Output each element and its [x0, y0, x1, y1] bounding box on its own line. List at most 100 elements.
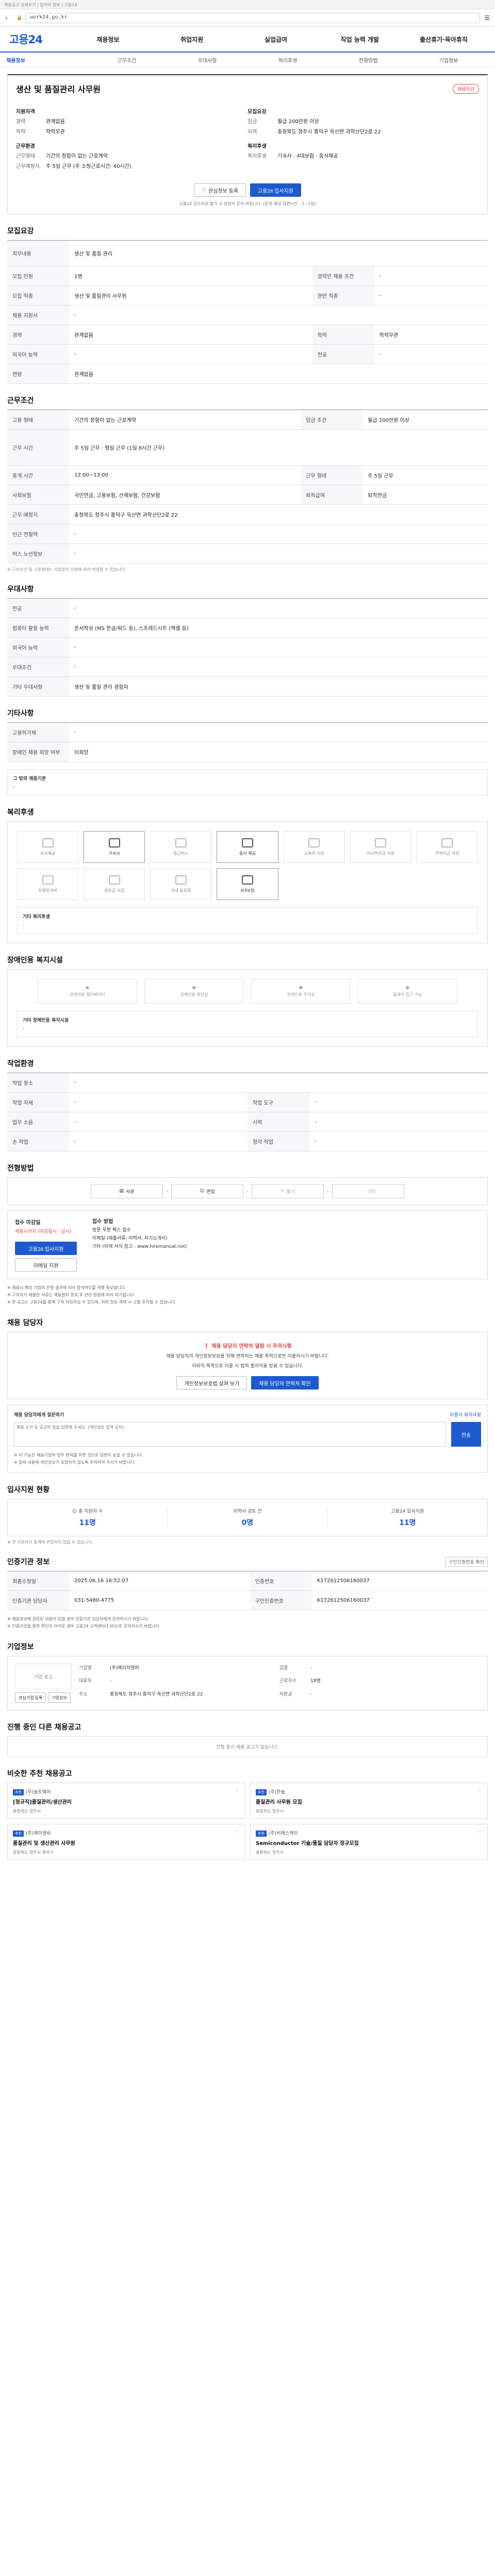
row-value: -: [374, 266, 488, 286]
step-etc: ⋯ 기타: [332, 1184, 404, 1198]
row-value: -: [374, 344, 488, 364]
gnb-item[interactable]: 실업급여: [234, 35, 318, 44]
row-key: 고용 형태: [7, 410, 69, 430]
etc-table: 고용허가제 - 장애인 채용 희망 여부 미희망: [7, 722, 488, 762]
welfare-label: 사내 동호회: [171, 888, 191, 893]
arrow-icon: ›: [327, 1188, 329, 1194]
row-key: 작업 도구: [248, 1092, 309, 1112]
gnb-item[interactable]: 취업지원: [150, 35, 234, 44]
subbox-text: -: [23, 923, 25, 928]
row-key: 시력: [248, 1112, 309, 1132]
row-value: -: [374, 285, 488, 306]
tab-work[interactable]: 근무조건: [87, 56, 167, 64]
section-title: 기업정보: [7, 1643, 34, 1651]
star-icon[interactable]: ☆: [478, 1788, 482, 1793]
stat-item: 이력서 검토 전 0명: [168, 1507, 328, 1528]
star-icon[interactable]: ☆: [235, 1788, 239, 1793]
apply-button-2[interactable]: 고용24 입사지원: [15, 1242, 77, 1255]
apply-method-title: 접수 방법: [92, 1219, 113, 1225]
section-title: 모집요강: [7, 227, 34, 235]
step-document: ▤ 서류: [91, 1184, 163, 1198]
arrow-icon: ›: [246, 1188, 249, 1194]
row-value: 미희망: [69, 742, 488, 762]
disabled-item: ▣ 장애인용 주차장: [251, 979, 351, 1004]
recommend-card[interactable]: ☆ 추천 (주)제이앤씨 품질관리 및 생산관리 사무원 충청북도 청주시 흥덕구: [7, 1824, 245, 1860]
stat-item: ☺ 총 지원자 수 11명: [8, 1507, 168, 1528]
stats-box: ☺ 총 지원자 수 11명 이력서 검토 전 0명 고용24 입사지원 11명: [7, 1499, 488, 1536]
step-label: 필기: [286, 1189, 295, 1195]
tab-process[interactable]: 전형방법: [328, 56, 408, 64]
gnb-item[interactable]: 직업 능력 개발: [318, 35, 402, 44]
privacy-law-button[interactable]: 개인정보보호법 살펴 보기: [176, 1376, 248, 1389]
card-meta: 충청북도 청주시: [13, 1809, 41, 1814]
welfare-label: 자녀학자금 지원: [367, 851, 395, 856]
welfare-icon: [308, 838, 320, 848]
site-logo[interactable]: 고용24: [9, 31, 66, 47]
kv-key: 임금: [248, 119, 257, 125]
save-interest-button[interactable]: ♡ 관심정보 등록: [193, 183, 246, 197]
tab-prefer[interactable]: 우대사항: [167, 56, 248, 64]
row-key: 모집 인원: [7, 266, 69, 286]
welfare-item: 기숙사: [84, 831, 145, 863]
inquiry-note: ※ 이 기능은 채용기업의 업무 편의를 위한 것으로 답변이 늦을 수 있습니…: [14, 1453, 143, 1458]
row-key: 컴퓨터 활용 능력: [7, 618, 69, 638]
apply-button[interactable]: 고용24 입사지원: [250, 183, 302, 197]
contact-view-button[interactable]: 채용 담당자 연락처 확인: [251, 1376, 319, 1389]
row-value: -: [69, 1073, 488, 1093]
prefer-table: 전공 - 컴퓨터 활용 능력 문서작성 (MS 한글/워드 등), 스프레드시트 (…: [7, 598, 488, 697]
company-info-button[interactable]: 기업정보: [48, 1692, 71, 1703]
row-value: 국민연금, 고용보험, 산재보험, 건강보험: [69, 485, 301, 505]
section-etc: 기타사항 고용허가제 - 장애인 채용 희망 여부 미희망 그 밖의 채용기준 -: [7, 708, 488, 795]
step-label: 서류: [125, 1189, 135, 1195]
row-value: K172612506160037: [311, 1571, 488, 1591]
gnb-item[interactable]: 출산휴가·육아휴직: [402, 35, 486, 44]
disabled-subbox: 기타 장애인용 복지시설 -: [17, 1011, 478, 1037]
card-meta: 충청북도 청주시 흥덕구: [13, 1850, 54, 1855]
inquiry-guide-link[interactable]: 이용시 유의사항: [450, 1411, 481, 1418]
company-box: 기업 로고 관심기업 등록 기업정보 기업명 (주)에이치엠피 업종 - 대표자 - …: [7, 1656, 488, 1710]
section-stats: 입사지원 현황 ☺ 총 지원자 수 11명 이력서 검토 전 0명 고용24 입사지…: [7, 1484, 488, 1545]
send-button[interactable]: 전송: [451, 1422, 481, 1447]
info-value: -: [110, 1679, 112, 1684]
email-apply-button[interactable]: 이메일 지원: [15, 1258, 77, 1272]
recommend-card[interactable]: ☆ 추천 (주)한솔 품질관리 사무원 모집 충청북도 청주시: [250, 1783, 488, 1819]
row-key: 전공: [312, 344, 374, 364]
row-key: 작업 장소: [7, 1073, 69, 1093]
row-key: 기타 우대사항: [7, 676, 69, 697]
gnb-item[interactable]: 채용정보: [66, 35, 150, 44]
tab-recruit[interactable]: 채용정보: [6, 56, 87, 64]
dots-icon: ⋯: [360, 1189, 366, 1194]
cert-check-button[interactable]: 구인인증번호 확인: [444, 1556, 488, 1567]
welfare-icon: [241, 838, 253, 848]
disabled-box: ▣ 장애인용 엘리베이터 ▣ 장애인용 화장실 ▣ 장애인용 주차장 ▣ 휠체어 접근 …: [7, 969, 488, 1047]
tab-company[interactable]: 기업정보: [408, 56, 489, 64]
group-label: 모집요강: [248, 109, 267, 115]
job-title: 생산 및 품질관리 사무원: [16, 84, 101, 94]
welfare-icon: [108, 838, 120, 848]
row-key: 장애인 채용 희망 여부: [7, 742, 69, 762]
kv-key: 복리후생: [248, 154, 267, 159]
interest-company-button[interactable]: 관심기업 등록: [15, 1692, 46, 1703]
welfare-icon: [108, 875, 120, 885]
url-bar[interactable]: work24.go.kr: [25, 12, 481, 23]
deadline-title: 접수 마감일: [15, 1220, 41, 1226]
info-value: 18명: [310, 1679, 321, 1684]
card-title: [정규직]품질관리/생산관리: [13, 1800, 72, 1805]
recommend-card[interactable]: ☆ 추천 (주)비에스케이 Semiconductor 기술/품질 담당자 정규모…: [250, 1824, 488, 1860]
inquiry-input[interactable]: [14, 1422, 446, 1447]
menu-icon[interactable]: ☰: [484, 14, 490, 22]
star-icon[interactable]: ☆: [235, 1829, 239, 1835]
stat-label: 고용24 입사지원: [391, 1509, 424, 1514]
star-icon[interactable]: ☆: [478, 1829, 482, 1835]
step-label: 기타: [367, 1189, 376, 1195]
row-value: 학력무관: [374, 325, 488, 345]
section-title: 진행 중인 다른 채용공고: [7, 1723, 81, 1732]
row-key: 채용 지원서: [7, 305, 69, 325]
section-disabled: 장애인용 복지시설 ▣ 장애인용 엘리베이터 ▣ 장애인용 화장실 ▣ 장애인용 주차…: [7, 955, 488, 1047]
back-icon[interactable]: ‹: [5, 14, 12, 22]
recommend-card[interactable]: ☆ 추천 (주)솔트웨어 [정규직]품질관리/생산관리 충청북도 청주시: [7, 1783, 245, 1819]
welfare-label: 중식 제공: [239, 851, 256, 856]
tab-welfare[interactable]: 복리후생: [248, 56, 328, 64]
kv-value: 기숙사 · 4대보험 · 중식제공: [277, 154, 338, 159]
document-icon: ▤: [119, 1189, 124, 1194]
